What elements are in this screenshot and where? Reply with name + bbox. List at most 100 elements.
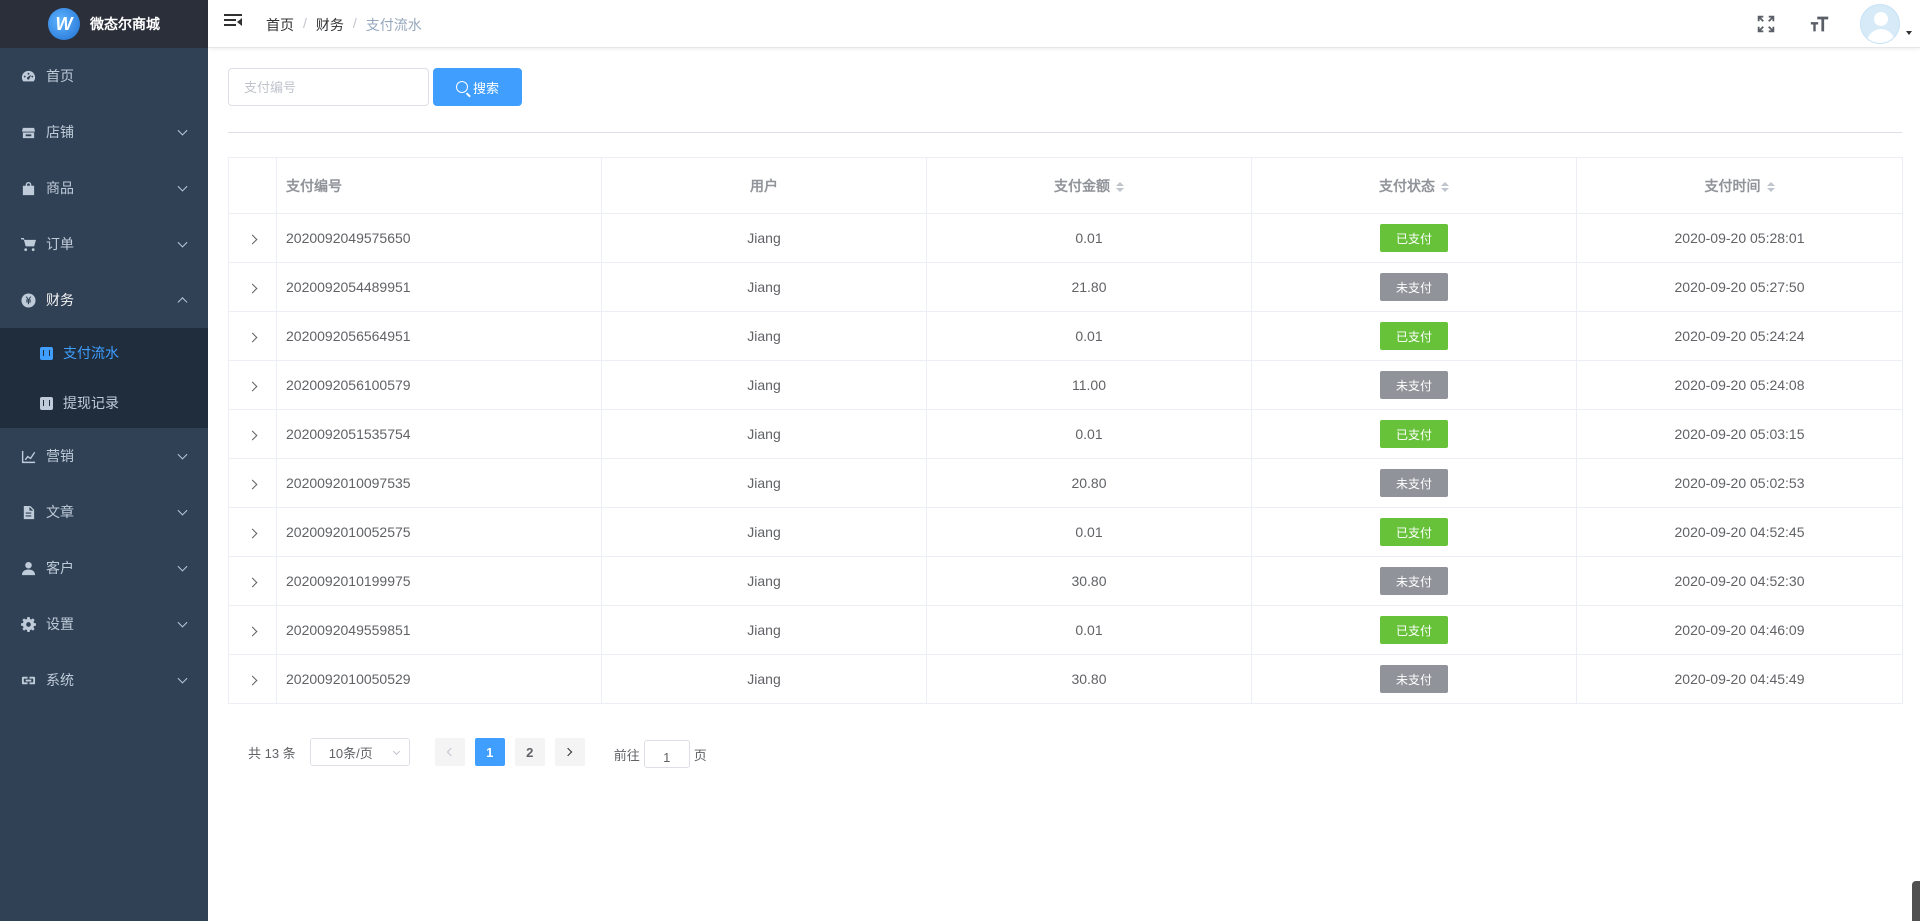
logo[interactable]: W 微态尔商城	[0, 0, 208, 48]
chevron-right-icon[interactable]	[247, 332, 258, 343]
expand-column-header	[228, 157, 277, 214]
sidebar-item-8[interactable]: 设置	[0, 596, 208, 652]
time-cell: 2020-09-20 04:45:49	[1576, 654, 1903, 704]
expand-cell[interactable]	[228, 458, 277, 508]
expand-cell[interactable]	[228, 262, 277, 312]
sidebar-toggle-icon[interactable]	[224, 14, 242, 30]
chevron-down-icon	[177, 617, 188, 628]
page-1-button[interactable]: 1	[474, 738, 505, 766]
sidebar-item-1[interactable]: 店铺	[0, 104, 208, 160]
page-size-select[interactable]: 10条/页	[309, 738, 410, 766]
fullscreen-icon[interactable]	[1752, 10, 1780, 38]
sidebar-item-2[interactable]: 商品	[0, 160, 208, 216]
status-cell: 未支付	[1251, 654, 1577, 704]
sort-icon[interactable]	[1441, 181, 1449, 192]
expand-cell[interactable]	[228, 654, 277, 704]
chevron-right-icon[interactable]	[247, 479, 258, 490]
expand-cell[interactable]	[228, 556, 277, 606]
cart-icon	[20, 236, 36, 252]
prev-page-button[interactable]	[434, 738, 465, 766]
payment-id-cell: 2020092056100579	[276, 360, 602, 410]
payment-id-search-input[interactable]	[228, 68, 429, 106]
sidebar-item-6[interactable]: 文章	[0, 484, 208, 540]
chevron-right-icon[interactable]	[247, 381, 258, 392]
sidebar-item-label: 财务	[46, 292, 74, 308]
payment-id-cell: 2020092051535754	[276, 409, 602, 459]
expand-cell[interactable]	[228, 409, 277, 459]
user-icon	[20, 560, 36, 576]
payment-table: 支付编号 用户 支付金额 支付状态 支付时间 2020092049575650 J…	[228, 157, 1903, 704]
pagination: 共 13 条 10条/页 1 2 前往 页	[228, 736, 1902, 768]
user-cell: Jiang	[601, 654, 927, 704]
sidebar-subitem-label: 支付流水	[63, 345, 119, 361]
chevron-right-icon[interactable]	[247, 234, 258, 245]
status-badge: 未支付	[1380, 567, 1448, 595]
search-button-label: 搜索	[472, 80, 499, 96]
status-cell: 未支付	[1251, 360, 1577, 410]
caret-down-icon	[1906, 31, 1912, 35]
user-cell: Jiang	[601, 213, 927, 263]
time-cell: 2020-09-20 05:03:15	[1576, 409, 1903, 459]
table-row: 2020092051535754 Jiang 0.01 已支付 2020-09-20 0…	[228, 409, 1903, 459]
sidebar-subitem-label: 提现记录	[63, 395, 119, 411]
sidebar-item-4[interactable]: 财务	[0, 272, 208, 328]
expand-cell[interactable]	[228, 213, 277, 263]
user-menu[interactable]	[1860, 0, 1920, 48]
amount-cell: 0.01	[926, 605, 1252, 655]
chevron-right-icon[interactable]	[247, 675, 258, 686]
expand-cell[interactable]	[228, 507, 277, 557]
chevron-right-icon[interactable]	[247, 430, 258, 441]
list-icon	[40, 346, 53, 360]
chevron-down-icon	[177, 561, 188, 572]
chevron-down-icon	[392, 747, 400, 756]
amount-cell: 21.80	[926, 262, 1252, 312]
breadcrumb-finance: 财务	[315, 17, 344, 33]
expand-cell[interactable]	[228, 311, 277, 361]
column-header-time[interactable]: 支付时间	[1576, 157, 1903, 214]
chevron-right-icon	[563, 747, 573, 757]
page-2-button[interactable]: 2	[514, 738, 545, 766]
sidebar-item-9[interactable]: 系统	[0, 652, 208, 708]
chevron-right-icon[interactable]	[247, 283, 258, 294]
sort-icon[interactable]	[1766, 181, 1775, 192]
scrollbar[interactable]	[1912, 881, 1920, 921]
sort-icon[interactable]	[1116, 181, 1124, 192]
chevron-right-icon[interactable]	[247, 528, 258, 539]
table-row: 2020092010199975 Jiang 30.80 未支付 2020-09-20 …	[228, 556, 1903, 606]
payment-id-cell: 2020092054489951	[276, 262, 602, 312]
amount-cell: 11.00	[926, 360, 1252, 410]
chevron-right-icon[interactable]	[247, 577, 258, 588]
amount-cell: 0.01	[926, 213, 1252, 263]
sidebar-item-0[interactable]: 首页	[0, 48, 208, 104]
next-page-button[interactable]	[554, 738, 585, 766]
sidebar-item-label: 首页	[46, 68, 74, 84]
sidebar-item-5[interactable]: 营销	[0, 428, 208, 484]
breadcrumb: 首页 / 财务 / 支付流水	[266, 15, 422, 35]
payment-id-cell: 2020092056564951	[276, 311, 602, 361]
avatar[interactable]	[1860, 4, 1900, 44]
expand-cell[interactable]	[228, 360, 277, 410]
chevron-right-icon[interactable]	[247, 626, 258, 637]
sidebar-submenu: 支付流水 提现记录	[0, 328, 208, 428]
breadcrumb-home[interactable]: 首页	[266, 15, 294, 35]
column-header-amount[interactable]: 支付金额	[926, 157, 1252, 214]
sidebar-item-label: 设置	[46, 616, 74, 632]
page-size-value: 10条/页	[328, 745, 373, 761]
sidebar-subitem-1[interactable]: 提现记录	[0, 378, 208, 428]
payment-id-cell: 2020092049575650	[276, 213, 602, 263]
status-badge: 未支付	[1380, 665, 1448, 693]
search-button[interactable]: 搜索	[433, 68, 522, 106]
column-header-status[interactable]: 支付状态	[1251, 157, 1577, 214]
sidebar: W 微态尔商城 首页店铺 商品订单财务支付流水提现记录营销文章 客户设置系统	[0, 0, 208, 921]
sidebar-item-label: 营销	[46, 448, 74, 464]
sidebar-item-7[interactable]: 客户	[0, 540, 208, 596]
sidebar-item-3[interactable]: 订单	[0, 216, 208, 272]
font-size-icon[interactable]	[1806, 10, 1834, 38]
expand-cell[interactable]	[228, 605, 277, 655]
user-cell: Jiang	[601, 605, 927, 655]
sidebar-item-label: 订单	[46, 236, 74, 252]
table-header-row: 支付编号 用户 支付金额 支付状态 支付时间	[228, 157, 1903, 214]
sidebar-subitem-0[interactable]: 支付流水	[0, 328, 208, 378]
goto-page-input[interactable]	[643, 740, 690, 768]
page-jumper: 前往 页	[614, 740, 707, 768]
